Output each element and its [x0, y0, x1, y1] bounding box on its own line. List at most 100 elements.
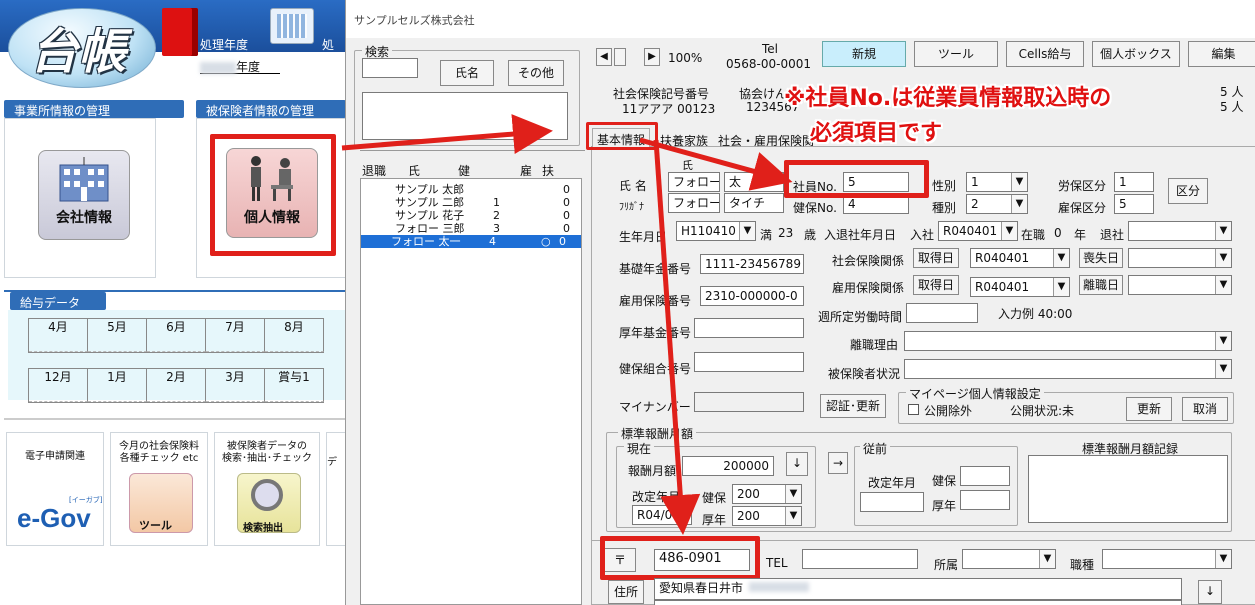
- employee-list-item[interactable]: フォロー 三郎 3 0: [365, 222, 595, 235]
- edit-button[interactable]: 編集: [1188, 41, 1255, 67]
- gender-select[interactable]: 1 ▼: [966, 172, 1028, 192]
- rouho-field[interactable]: 1: [1114, 172, 1154, 192]
- emp-acquire-date-field[interactable]: R040401 ▼: [970, 277, 1070, 297]
- search-result-box[interactable]: [362, 92, 568, 140]
- employee-list-item[interactable]: サンプル 二郎 1 0: [365, 196, 595, 209]
- tool-egov[interactable]: 電子申請関連 e-Gov [イーガブ]: [6, 432, 104, 546]
- cells-salary-button[interactable]: Cells給与: [1006, 41, 1084, 67]
- union-field[interactable]: [694, 352, 804, 372]
- fund-field[interactable]: [694, 318, 804, 338]
- prev-icon[interactable]: ◀: [596, 48, 612, 66]
- tel-field[interactable]: [802, 549, 918, 569]
- record-list[interactable]: [1028, 455, 1228, 523]
- mp-update-button[interactable]: 更新: [1126, 397, 1172, 421]
- arrow-down-icon[interactable]: ↓: [786, 452, 808, 476]
- prev-welfare-field[interactable]: [960, 490, 1010, 510]
- welfare-select[interactable]: 200 ▼: [732, 506, 802, 526]
- leave-date-button[interactable]: 離職日: [1079, 275, 1123, 295]
- tab-insurance[interactable]: 社会・雇用保険関: [716, 130, 816, 148]
- emp-ins-field[interactable]: 2310-000000-0: [700, 286, 804, 306]
- month-header[interactable]: 5月: [88, 319, 147, 336]
- status-select[interactable]: ▼: [904, 359, 1232, 379]
- tab-dependents[interactable]: 扶養家族: [658, 130, 710, 148]
- egov-sub: [イーガブ]: [69, 496, 103, 504]
- month-header[interactable]: 賞与1: [265, 369, 324, 386]
- prev-health-label: 健保: [932, 474, 957, 488]
- emp-ins-label: 雇用保険番号: [619, 294, 692, 308]
- join-label: 入退社年月日: [824, 228, 897, 242]
- tel-field-label: TEL: [766, 556, 788, 570]
- first-kana-field[interactable]: タイチ: [724, 193, 784, 213]
- address-field[interactable]: 愛知県春日井市: [654, 578, 1182, 600]
- prev-revise-field[interactable]: [860, 492, 924, 512]
- highlight-zip: [600, 536, 760, 580]
- month-header[interactable]: 1月: [88, 369, 147, 386]
- fiscal-year-field[interactable]: 年度: [200, 58, 280, 74]
- acquire-date-field[interactable]: R040401 ▼: [970, 248, 1070, 268]
- search-input[interactable]: [362, 58, 418, 78]
- month-header[interactable]: 6月: [147, 319, 206, 336]
- divider: [4, 418, 345, 420]
- arrow-right-icon[interactable]: →: [828, 452, 848, 474]
- last-name-field[interactable]: フォロー: [668, 172, 720, 192]
- mynumber-field[interactable]: [694, 392, 804, 412]
- month-header[interactable]: 4月: [29, 319, 88, 336]
- employee-list-item[interactable]: サンプル 太郎 0: [365, 183, 595, 196]
- monthly-field[interactable]: 200000: [682, 456, 774, 476]
- mp-cancel-button[interactable]: 取消: [1182, 397, 1228, 421]
- kubun-button[interactable]: 区分: [1168, 178, 1208, 204]
- health-select[interactable]: 200 ▼: [732, 484, 802, 504]
- emp-acquire-button[interactable]: 取得日: [913, 275, 959, 295]
- month-header[interactable]: 8月: [265, 319, 324, 336]
- month-header[interactable]: 7月: [206, 319, 265, 336]
- leave-job-date-field[interactable]: ▼: [1128, 275, 1232, 295]
- koyo-field[interactable]: 5: [1114, 194, 1154, 214]
- dept-label: 所属: [934, 558, 959, 572]
- pension-field[interactable]: 1111-23456789: [700, 254, 804, 274]
- month-header[interactable]: 2月: [147, 369, 206, 386]
- lose-date-field[interactable]: ▼: [1128, 248, 1232, 268]
- arrow-down-icon[interactable]: ↓: [1198, 580, 1222, 604]
- personal-box-button[interactable]: 個人ボックス: [1092, 41, 1180, 67]
- fiscal-year-suffix: 年度: [236, 60, 261, 74]
- stop-icon[interactable]: [614, 48, 626, 66]
- dept-select[interactable]: ▼: [962, 549, 1056, 569]
- month-header[interactable]: 12月: [29, 369, 88, 386]
- acquire-button[interactable]: 取得日: [913, 248, 959, 268]
- tool-button[interactable]: ツール: [914, 41, 998, 67]
- employee-no: 1: [493, 196, 500, 209]
- job-select[interactable]: ▼: [1102, 549, 1232, 569]
- join-date-field[interactable]: R040401 ▼: [938, 221, 1018, 241]
- list-header: 退職 氏名 健保No 雇 扶: [362, 162, 554, 210]
- fiscal-year-label-2: 処理: [322, 38, 335, 69]
- month-header[interactable]: 3月: [206, 369, 265, 386]
- leave-date-field[interactable]: ▼: [1128, 221, 1232, 241]
- tool-check[interactable]: 今月の社会保険料 各種チェック etc ツール: [110, 432, 208, 546]
- next-icon[interactable]: ▶: [644, 48, 660, 66]
- tool-data[interactable]: デ: [326, 432, 346, 546]
- first-name-field[interactable]: 太: [724, 172, 784, 192]
- calendar-icon[interactable]: [270, 8, 314, 44]
- reason-select[interactable]: ▼: [904, 331, 1232, 351]
- lose-button[interactable]: 喪失日: [1079, 248, 1123, 268]
- welfare-label: 厚年: [702, 513, 727, 527]
- search-name-button[interactable]: 氏名: [440, 60, 494, 86]
- company-info-button[interactable]: 会社情報: [38, 150, 130, 240]
- employee-list-item[interactable]: サンプル 花子 2 0: [365, 209, 595, 222]
- address-field-2[interactable]: [654, 600, 1182, 605]
- employee-list-item[interactable]: フォロー 太一 4 ○ 0: [361, 235, 581, 248]
- mp-exclude-checkbox[interactable]: [908, 404, 919, 415]
- tool-search[interactable]: 被保険者データの 検索･抽出･チェック 検索抽出: [214, 432, 320, 546]
- prev-health-field[interactable]: [960, 466, 1010, 486]
- month-cell: [206, 335, 265, 352]
- auth-update-button[interactable]: 認証･更新: [820, 394, 886, 418]
- weekly-field[interactable]: [906, 303, 978, 323]
- chevron-down-icon: ▼: [785, 485, 801, 503]
- revise-field[interactable]: R04/0: [632, 505, 692, 525]
- new-button[interactable]: 新規: [822, 41, 906, 67]
- birth-field[interactable]: H110410 ▼: [676, 221, 756, 241]
- search-other-button[interactable]: その他: [508, 60, 564, 86]
- address-button[interactable]: 住所: [608, 580, 644, 604]
- last-kana-field[interactable]: フォロー: [668, 193, 720, 213]
- kind-select[interactable]: 2 ▼: [966, 194, 1028, 214]
